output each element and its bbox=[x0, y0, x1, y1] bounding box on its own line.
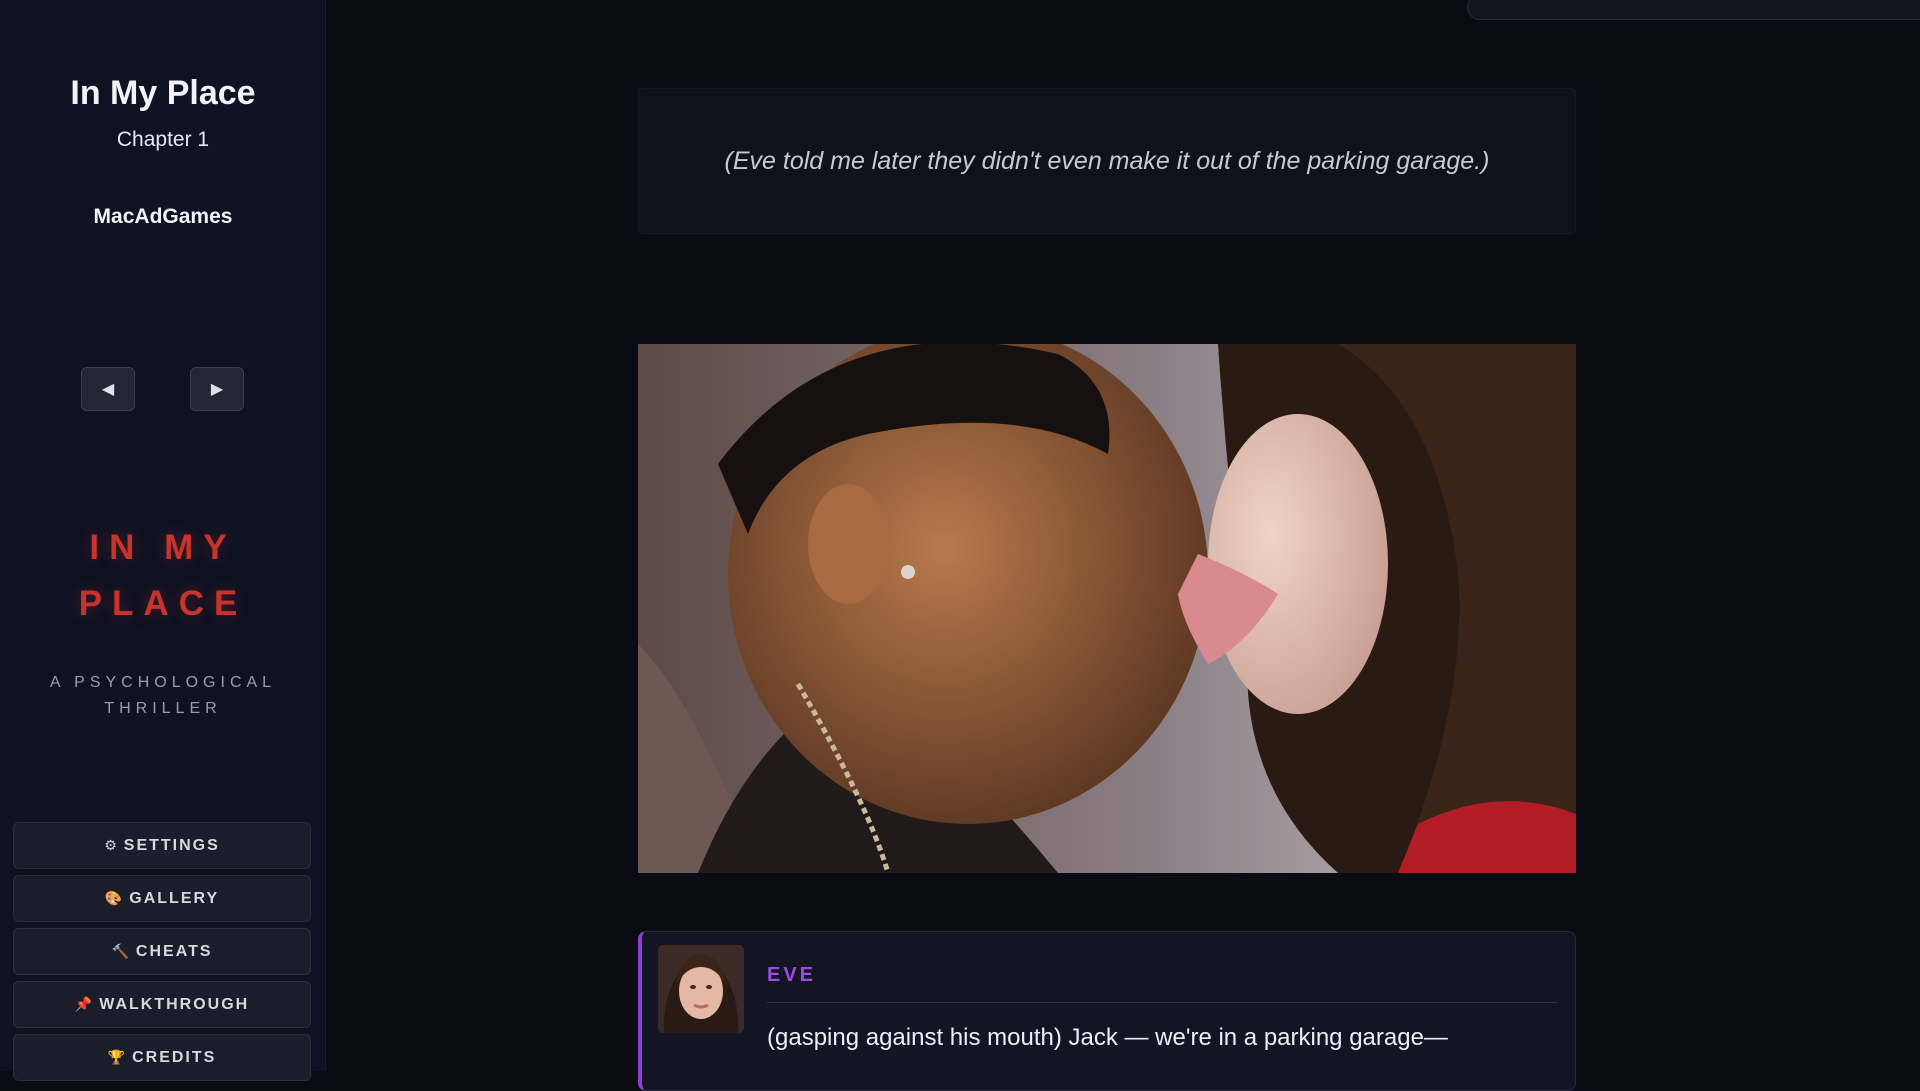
hammer-icon: 🔨 bbox=[111, 943, 129, 959]
sidebar: In My Place Chapter 1 MacAdGames ◀ ▶ IN … bbox=[0, 0, 326, 1081]
credits-label: CREDITS bbox=[132, 1048, 217, 1066]
palette-icon: 🎨 bbox=[104, 890, 123, 906]
game-title: In My Place bbox=[70, 74, 256, 112]
gear-icon: ⚙ bbox=[104, 837, 117, 853]
narration-box: (Eve told me later they didn't even make… bbox=[638, 88, 1576, 234]
author-name: MacAdGames bbox=[93, 205, 233, 228]
logo-line-1: IN MY bbox=[89, 528, 237, 567]
previous-button[interactable]: ◀ bbox=[81, 367, 135, 411]
gallery-button[interactable]: 🎨 GALLERY bbox=[13, 875, 311, 922]
pin-icon: 📌 bbox=[74, 996, 93, 1012]
cheats-button[interactable]: 🔨 CHEATS bbox=[13, 928, 311, 975]
gallery-label: GALLERY bbox=[129, 889, 220, 907]
settings-label: SETTINGS bbox=[123, 836, 220, 854]
side-menu: ⚙ SETTINGS 🎨 GALLERY 🔨 CHEATS 📌 WALKTHRO… bbox=[13, 822, 311, 1087]
dialog-text: (gasping against his mouth) Jack — we're… bbox=[767, 1024, 1448, 1051]
chapter-label: Chapter 1 bbox=[116, 128, 210, 151]
dialog-box[interactable]: EVE (gasping against his mouth) Jack — w… bbox=[638, 931, 1576, 1091]
top-toolbar bbox=[1467, 0, 1920, 20]
logo-line-2: PLACE bbox=[78, 584, 248, 623]
scene-image bbox=[638, 344, 1576, 873]
settings-button[interactable]: ⚙ SETTINGS bbox=[13, 822, 311, 869]
triangle-left-icon: ◀ bbox=[101, 381, 115, 398]
triangle-right-icon: ▶ bbox=[210, 381, 224, 398]
credits-button[interactable]: 🏆 CREDITS bbox=[13, 1034, 311, 1081]
speaker-avatar bbox=[658, 945, 744, 1033]
walkthrough-label: WALKTHROUGH bbox=[99, 995, 250, 1013]
scene-illustration bbox=[638, 344, 1576, 873]
game-logo: IN MY PLACE bbox=[0, 520, 326, 632]
dialog-divider bbox=[767, 1002, 1557, 1003]
narration-text: (Eve told me later they didn't even make… bbox=[724, 146, 1490, 175]
cheats-label: CHEATS bbox=[135, 942, 213, 960]
eve-portrait bbox=[658, 945, 744, 1033]
tagline: A PSYCHOLOGICAL THRILLER bbox=[49, 674, 277, 717]
speaker-name: EVE bbox=[767, 964, 817, 986]
walkthrough-button[interactable]: 📌 WALKTHROUGH bbox=[13, 981, 311, 1028]
next-button[interactable]: ▶ bbox=[190, 367, 244, 411]
trophy-icon: 🏆 bbox=[107, 1049, 126, 1065]
